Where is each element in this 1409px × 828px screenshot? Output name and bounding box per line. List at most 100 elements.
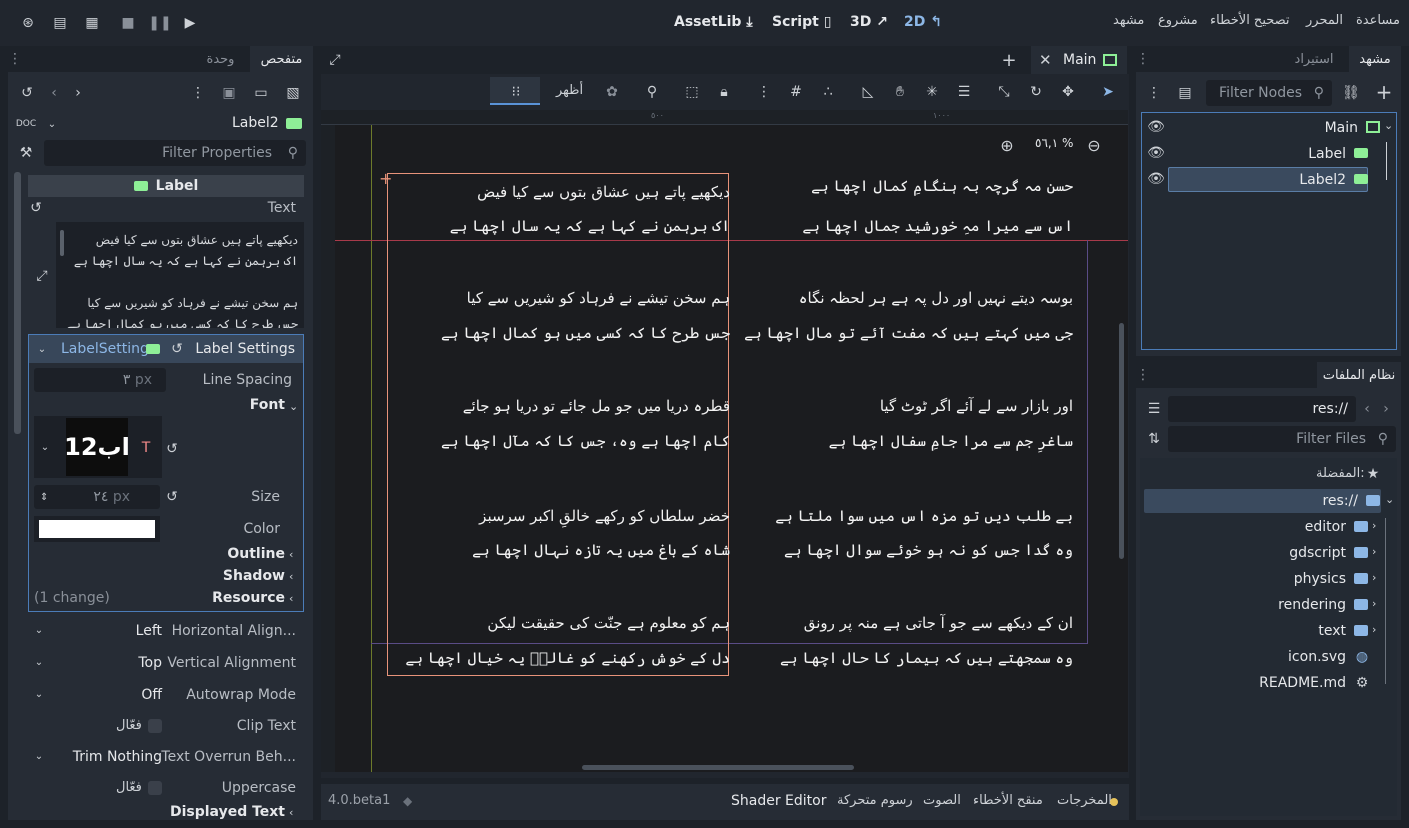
text-editor[interactable]: دیکھیے پاتے ہیں عشاق بتوں سے کیا فیض اک … [56, 222, 304, 328]
back-icon[interactable]: ‹ [46, 84, 62, 102]
pause-icon[interactable]: ❚❚ [148, 13, 171, 33]
chevron-left-icon[interactable]: › [1372, 597, 1376, 610]
debugger-tab[interactable]: منقح الأخطاء [973, 793, 1043, 808]
line-spacing-field[interactable]: ٣ px [34, 368, 166, 392]
menu-debug[interactable]: تصحيح الأخطاء [1210, 13, 1290, 28]
tree-node-label2[interactable]: Label2 [1200, 168, 1346, 192]
play-custom-icon[interactable]: ▦ [82, 13, 102, 33]
2d-button[interactable]: 2D ↰ [904, 14, 942, 30]
expand-icon[interactable]: ⤢ [34, 268, 50, 284]
revert-icon[interactable]: ↺ [163, 488, 181, 506]
grid-snap-icon[interactable]: # [786, 82, 806, 102]
outline-section[interactable]: Outline [227, 546, 285, 562]
path-field[interactable]: res:// [1168, 396, 1356, 422]
filter-files-input[interactable]: Filter Files ⚲ [1168, 426, 1396, 452]
chevron-down-icon[interactable]: ⌄ [32, 623, 46, 637]
file-item-readme[interactable]: README.md [1200, 671, 1346, 695]
file-item-icon-svg[interactable]: icon.svg [1200, 645, 1346, 669]
bone-icon[interactable]: ⚲ [642, 82, 662, 102]
file-item-text[interactable]: text [1200, 619, 1346, 643]
object-menu-icon[interactable]: ⋮ [190, 84, 206, 102]
close-icon[interactable]: ✕ [1039, 51, 1052, 69]
zoom-in-icon[interactable]: ⊕ [999, 136, 1015, 155]
zoom-level[interactable]: ٥٦,١ % [1035, 136, 1073, 150]
file-item-physics[interactable]: physics [1200, 567, 1346, 591]
label-section-header[interactable]: Label [28, 175, 304, 197]
text-scrollbar[interactable] [60, 230, 64, 256]
overrun-value[interactable]: Trim Nothing [73, 749, 162, 765]
link-icon[interactable]: ⛓ [1342, 84, 1360, 102]
label-settings-value[interactable]: LabelSetting [61, 341, 149, 357]
chevron-down-icon[interactable]: ⌄ [32, 655, 46, 669]
remote-debug-icon[interactable]: ⊛ [18, 13, 38, 33]
tree-node-label[interactable]: Label [1200, 142, 1346, 166]
menu-dots-icon[interactable]: ⋮ [1136, 365, 1150, 385]
open-folder-icon[interactable]: ▭ [252, 84, 270, 102]
file-item-gdscript[interactable]: gdscript [1200, 541, 1346, 565]
move-icon[interactable]: ✥ [1058, 82, 1078, 102]
stop-icon[interactable]: ■ [118, 13, 138, 33]
tab-main[interactable]: ✕ Main [1031, 46, 1127, 74]
animation-tab[interactable]: رسوم متحركة [837, 793, 913, 808]
distraction-free-icon[interactable]: ⤢ [326, 51, 344, 69]
font-section[interactable]: Font [250, 397, 285, 413]
clip-text-checkbox[interactable] [148, 719, 162, 737]
save-icon[interactable]: ▣ [220, 84, 238, 102]
file-item-editor[interactable]: editor [1200, 515, 1346, 539]
menu-scene[interactable]: مشهد [1113, 13, 1144, 28]
v-scrollbar[interactable] [1119, 323, 1124, 559]
v-align-value[interactable]: Top [138, 655, 162, 671]
filter-nodes-input[interactable]: Filter Nodes ⚲ [1206, 80, 1332, 106]
chevron-left-icon[interactable]: › [1372, 623, 1376, 636]
stepper-icon[interactable]: ⇕ [40, 492, 48, 503]
movie-icon[interactable]: ▤ [50, 13, 70, 33]
output-tab[interactable]: المخرجات [1057, 793, 1112, 808]
history-icon[interactable]: ↺ [18, 84, 36, 102]
chevron-down-icon[interactable]: ⌄ [32, 687, 46, 701]
visibility-icon[interactable]: 👁︎ [1147, 119, 1165, 135]
scene-menu-icon[interactable]: ⋮ [1146, 84, 1162, 102]
chevron-down-icon[interactable]: ⌄ [44, 114, 60, 134]
pan-icon[interactable]: ✋︎ [890, 82, 910, 102]
filter-properties-input[interactable]: Filter Properties ⚲ [44, 140, 306, 166]
tab-filesystem[interactable]: نظام الملفات [1317, 362, 1401, 388]
menu-project[interactable]: مشروع [1158, 13, 1198, 28]
script-button[interactable]: Script ▯ [772, 14, 831, 30]
menu-dots-icon[interactable]: ⋮ [8, 49, 22, 69]
resource-section[interactable]: Resource [212, 590, 285, 606]
revert-icon[interactable]: ↺ [168, 340, 186, 358]
chevron-down-icon[interactable]: ⌄ [34, 341, 50, 357]
shadow-section[interactable]: Shadow [223, 568, 285, 584]
tab-node[interactable]: وحدة [193, 46, 248, 72]
menu-editor[interactable]: المحرر [1306, 13, 1343, 28]
chevron-down-icon[interactable]: ⌄ [1384, 119, 1393, 132]
list-select-icon[interactable]: ☰ [954, 82, 974, 102]
tree-node-main[interactable]: Main [1200, 116, 1358, 140]
chevron-left-icon[interactable]: › [1372, 571, 1376, 584]
zoom-out-icon[interactable]: ⊖ [1086, 136, 1102, 155]
add-tab-icon[interactable]: + [999, 50, 1019, 71]
split-mode-icon[interactable]: ☰ [1145, 400, 1163, 418]
ruler-icon[interactable]: ◺ [858, 82, 878, 102]
audio-tab[interactable]: الصوت [923, 793, 961, 808]
selected-label-bounds[interactable] [387, 173, 729, 676]
back-icon[interactable]: ‹ [1361, 400, 1373, 418]
assetlib-button[interactable]: AssetLib ⤓ [674, 14, 753, 30]
select-icon[interactable]: ➤ [1098, 82, 1118, 102]
chevron-down-icon[interactable]: ⌄ [38, 440, 52, 454]
smart-snap-icon[interactable]: ∴ [818, 82, 838, 102]
displayed-text-section[interactable]: Displayed Text [170, 804, 285, 820]
file-item-rendering[interactable]: rendering [1200, 593, 1346, 617]
h-scrollbar[interactable] [582, 765, 854, 770]
rotate-icon[interactable]: ↻ [1026, 82, 1046, 102]
forward-icon[interactable]: › [1380, 400, 1392, 418]
docs-icon[interactable]: DOC [16, 114, 36, 134]
autowrap-value[interactable]: Off [141, 687, 162, 703]
pivot-icon[interactable]: ✳ [922, 82, 942, 102]
tab-inspector[interactable]: متفحص [250, 46, 313, 72]
h-align-value[interactable]: Left [136, 623, 162, 639]
tab-import[interactable]: استيراد [1284, 46, 1344, 72]
file-item-res[interactable]: res:// [1150, 489, 1358, 513]
uppercase-checkbox[interactable] [148, 781, 162, 799]
chevron-left-icon[interactable]: › [1372, 519, 1376, 532]
